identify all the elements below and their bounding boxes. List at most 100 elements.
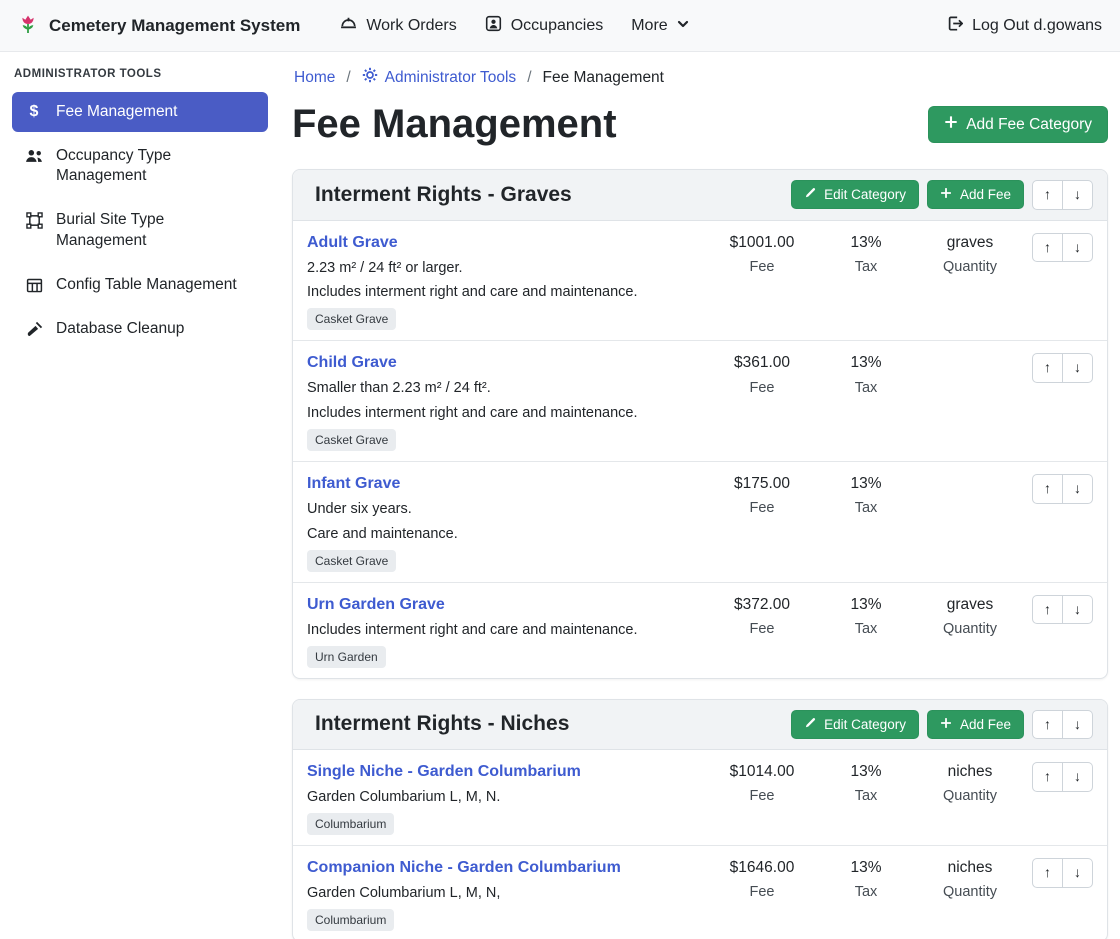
move-fee-up-button[interactable]: ↑ bbox=[1032, 595, 1063, 625]
fee-reorder-controls: ↑ ↓ bbox=[1032, 858, 1093, 888]
move-category-down-button[interactable]: ↓ bbox=[1063, 180, 1093, 210]
users-icon bbox=[24, 148, 44, 163]
fee-description: Under six years. bbox=[307, 500, 704, 519]
fee-type-badge: Columbarium bbox=[307, 909, 394, 931]
vector-square-icon bbox=[24, 212, 44, 229]
fee-amount-col: $1646.00 Fee bbox=[710, 858, 814, 900]
fee-reorder-controls: ↑ ↓ bbox=[1032, 233, 1093, 263]
fee-type-badge: Columbarium bbox=[307, 813, 394, 835]
tulip-logo-icon bbox=[16, 11, 40, 40]
edit-category-button[interactable]: Edit Category bbox=[791, 710, 919, 739]
move-fee-down-button[interactable]: ↓ bbox=[1063, 858, 1093, 888]
fee-amount-col: $372.00 Fee bbox=[710, 595, 814, 637]
tax-col: 13% Tax bbox=[814, 474, 918, 516]
add-fee-category-button[interactable]: Add Fee Category bbox=[928, 106, 1108, 143]
pencil-icon bbox=[804, 187, 816, 202]
main-nav: Work Orders Occupancies More bbox=[326, 7, 702, 45]
sidebar-item-database-cleanup[interactable]: Database Cleanup bbox=[12, 309, 268, 349]
breadcrumb-current: Fee Management bbox=[543, 69, 665, 87]
fee-name-link[interactable]: Infant Grave bbox=[307, 474, 400, 494]
category-reorder-controls: ↑ ↓ bbox=[1032, 710, 1093, 740]
tax-col: 13% Tax bbox=[814, 595, 918, 637]
move-fee-up-button[interactable]: ↑ bbox=[1032, 474, 1063, 504]
fee-name-link[interactable]: Single Niche - Garden Columbarium bbox=[307, 762, 581, 782]
nav-work-orders[interactable]: Work Orders bbox=[326, 7, 470, 45]
add-fee-button[interactable]: Add Fee bbox=[927, 710, 1024, 739]
main-content: Home / Administrator Tools / Fee Managem… bbox=[280, 52, 1120, 939]
add-fee-button[interactable]: Add Fee bbox=[927, 180, 1024, 209]
move-category-up-button[interactable]: ↑ bbox=[1032, 180, 1063, 210]
sidebar-item-burial-site-type-management[interactable]: Burial Site Type Management bbox=[12, 200, 268, 260]
move-fee-up-button[interactable]: ↑ bbox=[1032, 858, 1063, 888]
fee-name-link[interactable]: Adult Grave bbox=[307, 233, 398, 253]
fee-type-badge: Urn Garden bbox=[307, 646, 386, 668]
fee-description: Garden Columbarium L, M, N. bbox=[307, 788, 704, 807]
fee-reorder-controls: ↑ ↓ bbox=[1032, 762, 1093, 792]
app-title: Cemetery Management System bbox=[49, 16, 300, 36]
quantity-col bbox=[918, 353, 1022, 360]
quantity-col: niches Quantity bbox=[918, 858, 1022, 900]
quantity-col: niches Quantity bbox=[918, 762, 1022, 804]
logout-link[interactable]: Log Out d.gowans bbox=[944, 7, 1104, 45]
tax-col: 13% Tax bbox=[814, 858, 918, 900]
move-fee-up-button[interactable]: ↑ bbox=[1032, 353, 1063, 383]
fee-name-link[interactable]: Child Grave bbox=[307, 353, 397, 373]
fee-description: Smaller than 2.23 m² / 24 ft². bbox=[307, 379, 704, 398]
sidebar-heading: ADMINISTRATOR TOOLS bbox=[12, 66, 268, 92]
fee-row-child-grave: Child Grave Smaller than 2.23 m² / 24 ft… bbox=[293, 341, 1107, 462]
plus-icon bbox=[940, 717, 952, 732]
fee-name-link[interactable]: Urn Garden Grave bbox=[307, 595, 445, 615]
fee-row-single-niche: Single Niche - Garden Columbarium Garden… bbox=[293, 750, 1107, 846]
fee-description: Includes interment right and care and ma… bbox=[307, 404, 704, 423]
fee-description: 2.23 m² / 24 ft² or larger. bbox=[307, 259, 704, 278]
fee-amount-col: $175.00 Fee bbox=[710, 474, 814, 516]
fee-description: Includes interment right and care and ma… bbox=[307, 283, 704, 302]
fee-row-urn-garden-grave: Urn Garden Grave Includes interment righ… bbox=[293, 583, 1107, 678]
breadcrumb-separator: / bbox=[527, 69, 531, 87]
sidebar-item-fee-management[interactable]: $ Fee Management bbox=[12, 92, 268, 132]
category-card-niches: Interment Rights - Niches Edit Category … bbox=[292, 699, 1108, 939]
category-card-graves: Interment Rights - Graves Edit Category … bbox=[292, 169, 1108, 679]
admin-tools-sidebar: ADMINISTRATOR TOOLS $ Fee Management Occ… bbox=[0, 52, 280, 939]
nav-occupancies[interactable]: Occupancies bbox=[471, 7, 618, 45]
fee-row-infant-grave: Infant Grave Under six years. Care and m… bbox=[293, 462, 1107, 583]
breadcrumb: Home / Administrator Tools / Fee Managem… bbox=[292, 52, 1108, 90]
category-title: Interment Rights - Graves bbox=[307, 183, 783, 207]
move-fee-down-button[interactable]: ↓ bbox=[1063, 762, 1093, 792]
quantity-col: graves Quantity bbox=[918, 233, 1022, 275]
plus-icon bbox=[940, 187, 952, 202]
fee-row-companion-niche: Companion Niche - Garden Columbarium Gar… bbox=[293, 846, 1107, 939]
fee-amount-col: $361.00 Fee bbox=[710, 353, 814, 395]
app-brand[interactable]: Cemetery Management System bbox=[16, 11, 300, 40]
quantity-col: graves Quantity bbox=[918, 595, 1022, 637]
pencil-icon bbox=[804, 717, 816, 732]
move-fee-down-button[interactable]: ↓ bbox=[1063, 353, 1093, 383]
logout-icon bbox=[946, 15, 963, 37]
move-fee-down-button[interactable]: ↓ bbox=[1063, 474, 1093, 504]
nav-more[interactable]: More bbox=[617, 9, 702, 43]
gear-icon bbox=[362, 67, 378, 88]
move-fee-up-button[interactable]: ↑ bbox=[1032, 233, 1063, 263]
fee-description: Includes interment right and care and ma… bbox=[307, 621, 704, 640]
dollar-icon: $ bbox=[24, 104, 44, 120]
sidebar-item-occupancy-type-management[interactable]: Occupancy Type Management bbox=[12, 136, 268, 196]
edit-category-button[interactable]: Edit Category bbox=[791, 180, 919, 209]
move-category-down-button[interactable]: ↓ bbox=[1063, 710, 1093, 740]
fee-name-link[interactable]: Companion Niche - Garden Columbarium bbox=[307, 858, 621, 878]
fee-description: Garden Columbarium L, M, N, bbox=[307, 884, 704, 903]
move-fee-up-button[interactable]: ↑ bbox=[1032, 762, 1063, 792]
hard-hat-icon bbox=[340, 15, 357, 37]
category-reorder-controls: ↑ ↓ bbox=[1032, 180, 1093, 210]
breadcrumb-admin-tools-link[interactable]: Administrator Tools bbox=[362, 67, 517, 88]
breadcrumb-home-link[interactable]: Home bbox=[294, 69, 335, 87]
move-category-up-button[interactable]: ↑ bbox=[1032, 710, 1063, 740]
sidebar-item-config-table-management[interactable]: Config Table Management bbox=[12, 265, 268, 305]
fee-reorder-controls: ↑ ↓ bbox=[1032, 595, 1093, 625]
move-fee-down-button[interactable]: ↓ bbox=[1063, 233, 1093, 263]
quantity-col bbox=[918, 474, 1022, 481]
fee-description: Care and maintenance. bbox=[307, 525, 704, 544]
tax-col: 13% Tax bbox=[814, 353, 918, 395]
move-fee-down-button[interactable]: ↓ bbox=[1063, 595, 1093, 625]
category-title: Interment Rights - Niches bbox=[307, 712, 783, 736]
tax-col: 13% Tax bbox=[814, 762, 918, 804]
